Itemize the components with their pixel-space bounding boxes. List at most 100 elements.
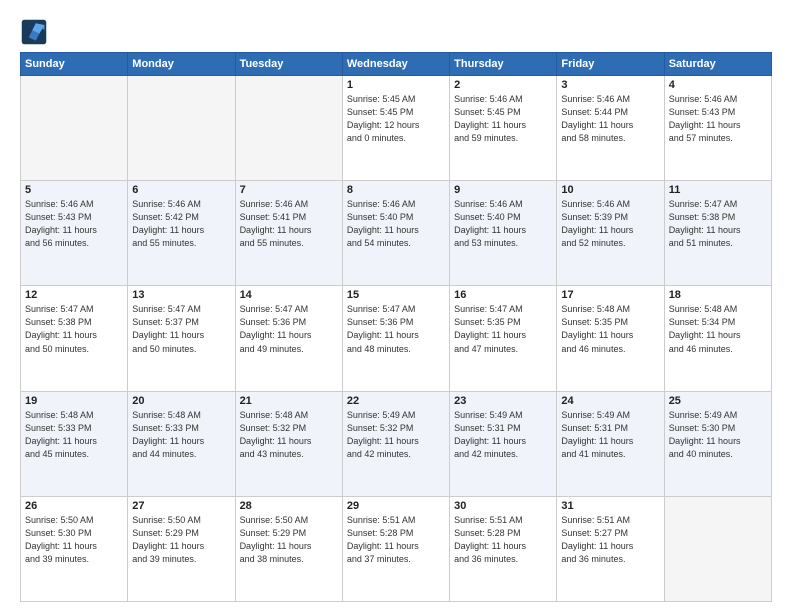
calendar-cell: 8Sunrise: 5:46 AM Sunset: 5:40 PM Daylig… (342, 181, 449, 286)
day-info: Sunrise: 5:49 AM Sunset: 5:31 PM Dayligh… (454, 409, 552, 461)
day-number: 13 (132, 289, 230, 301)
day-number: 31 (561, 500, 659, 512)
calendar-cell: 13 Sunrise: 5:47 AM Sunset: 5:37 PM Dayli… (128, 286, 235, 391)
calendar-cell: 12 Sunrise: 5:47 AM Sunset: 5:38 PM Dayli… (21, 286, 128, 391)
day-info: Sunrise: 5:45 AM Sunset: 5:45 PM Dayligh… (347, 93, 445, 145)
calendar-cell: 18 Sunrise: 5:48 AM Sunset: 5:34 PM Dayli… (664, 286, 771, 391)
calendar-cell: 25 Sunrise: 5:49 AM Sunset: 5:30 PM Dayli… (664, 391, 771, 496)
day-info: Sunrise: 5:47 AM Sunset: 5:35 PM Dayligh… (454, 303, 552, 355)
day-info: Sunrise: 5:50 AM Sunset: 5:30 PM Dayligh… (25, 514, 123, 566)
day-info: Sunrise: 5:48 AM Sunset: 5:34 PM Dayligh… (669, 303, 767, 355)
calendar-cell: 17 Sunrise: 5:48 AM Sunset: 5:35 PM Dayli… (557, 286, 664, 391)
calendar-cell: 29 Sunrise: 5:51 AM Sunset: 5:28 PM Dayli… (342, 496, 449, 601)
day-number: 22 (347, 395, 445, 407)
calendar-header-row: SundayMondayTuesdayWednesdayThursdayFrid… (21, 53, 772, 76)
day-info: Sunrise: 5:46 AM Sunset: 5:39 PM Dayligh… (561, 198, 659, 250)
day-number: 24 (561, 395, 659, 407)
day-number: 5 (25, 184, 123, 196)
calendar-cell: 21 Sunrise: 5:48 AM Sunset: 5:32 PM Dayli… (235, 391, 342, 496)
day-info: Sunrise: 5:50 AM Sunset: 5:29 PM Dayligh… (132, 514, 230, 566)
calendar-cell: 9 Sunrise: 5:46 AM Sunset: 5:40 PM Daylig… (450, 181, 557, 286)
calendar-cell: 16Sunrise: 5:47 AM Sunset: 5:35 PM Dayli… (450, 286, 557, 391)
calendar-cell: 26 Sunrise: 5:50 AM Sunset: 5:30 PM Dayli… (21, 496, 128, 601)
day-info: Sunrise: 5:51 AM Sunset: 5:28 PM Dayligh… (454, 514, 552, 566)
day-number: 17 (561, 289, 659, 301)
calendar-cell: 14 Sunrise: 5:47 AM Sunset: 5:36 PM Dayli… (235, 286, 342, 391)
day-number: 2 (454, 79, 552, 91)
day-info: Sunrise: 5:46 AM Sunset: 5:45 PM Dayligh… (454, 93, 552, 145)
calendar-cell: 6Sunrise: 5:46 AM Sunset: 5:42 PM Daylig… (128, 181, 235, 286)
day-number: 26 (25, 500, 123, 512)
calendar-cell: 23 Sunrise: 5:49 AM Sunset: 5:31 PM Dayli… (450, 391, 557, 496)
day-number: 20 (132, 395, 230, 407)
day-info: Sunrise: 5:48 AM Sunset: 5:32 PM Dayligh… (240, 409, 338, 461)
day-info: Sunrise: 5:46 AM Sunset: 5:40 PM Dayligh… (454, 198, 552, 250)
day-number: 7 (240, 184, 338, 196)
day-info: Sunrise: 5:47 AM Sunset: 5:37 PM Dayligh… (132, 303, 230, 355)
day-number: 10 (561, 184, 659, 196)
day-number: 21 (240, 395, 338, 407)
day-number: 19 (25, 395, 123, 407)
day-info: Sunrise: 5:46 AM Sunset: 5:43 PM Dayligh… (669, 93, 767, 145)
calendar-week-row: 12 Sunrise: 5:47 AM Sunset: 5:38 PM Dayli… (21, 286, 772, 391)
calendar-cell (235, 76, 342, 181)
calendar-cell: 22Sunrise: 5:49 AM Sunset: 5:32 PM Dayli… (342, 391, 449, 496)
weekday-header-tuesday: Tuesday (235, 53, 342, 76)
calendar-cell: 28 Sunrise: 5:50 AM Sunset: 5:29 PM Dayli… (235, 496, 342, 601)
calendar-cell: 7 Sunrise: 5:46 AM Sunset: 5:41 PM Daylig… (235, 181, 342, 286)
day-number: 1 (347, 79, 445, 91)
day-info: Sunrise: 5:46 AM Sunset: 5:40 PM Dayligh… (347, 198, 445, 250)
day-number: 9 (454, 184, 552, 196)
calendar-cell: 20Sunrise: 5:48 AM Sunset: 5:33 PM Dayli… (128, 391, 235, 496)
day-number: 27 (132, 500, 230, 512)
day-info: Sunrise: 5:51 AM Sunset: 5:28 PM Dayligh… (347, 514, 445, 566)
calendar-week-row: 5 Sunrise: 5:46 AM Sunset: 5:43 PM Daylig… (21, 181, 772, 286)
day-info: Sunrise: 5:48 AM Sunset: 5:33 PM Dayligh… (25, 409, 123, 461)
calendar-cell: 19 Sunrise: 5:48 AM Sunset: 5:33 PM Dayli… (21, 391, 128, 496)
calendar-cell: 27 Sunrise: 5:50 AM Sunset: 5:29 PM Dayli… (128, 496, 235, 601)
calendar-cell: 5 Sunrise: 5:46 AM Sunset: 5:43 PM Daylig… (21, 181, 128, 286)
calendar-cell (664, 496, 771, 601)
calendar-cell: 1 Sunrise: 5:45 AM Sunset: 5:45 PM Daylig… (342, 76, 449, 181)
day-number: 29 (347, 500, 445, 512)
day-info: Sunrise: 5:47 AM Sunset: 5:38 PM Dayligh… (25, 303, 123, 355)
calendar-cell: 24 Sunrise: 5:49 AM Sunset: 5:31 PM Dayli… (557, 391, 664, 496)
calendar-cell: 4Sunrise: 5:46 AM Sunset: 5:43 PM Daylig… (664, 76, 771, 181)
day-info: Sunrise: 5:51 AM Sunset: 5:27 PM Dayligh… (561, 514, 659, 566)
weekday-header-sunday: Sunday (21, 53, 128, 76)
day-number: 11 (669, 184, 767, 196)
day-number: 28 (240, 500, 338, 512)
day-info: Sunrise: 5:46 AM Sunset: 5:41 PM Dayligh… (240, 198, 338, 250)
day-number: 3 (561, 79, 659, 91)
page: SundayMondayTuesdayWednesdayThursdayFrid… (0, 0, 792, 612)
calendar-week-row: 1 Sunrise: 5:45 AM Sunset: 5:45 PM Daylig… (21, 76, 772, 181)
day-info: Sunrise: 5:48 AM Sunset: 5:35 PM Dayligh… (561, 303, 659, 355)
day-number: 23 (454, 395, 552, 407)
day-number: 12 (25, 289, 123, 301)
calendar-week-row: 26 Sunrise: 5:50 AM Sunset: 5:30 PM Dayli… (21, 496, 772, 601)
calendar-cell: 15 Sunrise: 5:47 AM Sunset: 5:36 PM Dayli… (342, 286, 449, 391)
day-number: 25 (669, 395, 767, 407)
day-number: 14 (240, 289, 338, 301)
day-info: Sunrise: 5:50 AM Sunset: 5:29 PM Dayligh… (240, 514, 338, 566)
weekday-header-saturday: Saturday (664, 53, 771, 76)
weekday-header-wednesday: Wednesday (342, 53, 449, 76)
weekday-header-thursday: Thursday (450, 53, 557, 76)
day-info: Sunrise: 5:49 AM Sunset: 5:30 PM Dayligh… (669, 409, 767, 461)
calendar-cell: 2 Sunrise: 5:46 AM Sunset: 5:45 PM Daylig… (450, 76, 557, 181)
day-info: Sunrise: 5:46 AM Sunset: 5:43 PM Dayligh… (25, 198, 123, 250)
day-number: 18 (669, 289, 767, 301)
day-info: Sunrise: 5:47 AM Sunset: 5:36 PM Dayligh… (240, 303, 338, 355)
calendar-cell (128, 76, 235, 181)
weekday-header-friday: Friday (557, 53, 664, 76)
day-number: 15 (347, 289, 445, 301)
day-info: Sunrise: 5:47 AM Sunset: 5:38 PM Dayligh… (669, 198, 767, 250)
calendar-table: SundayMondayTuesdayWednesdayThursdayFrid… (20, 52, 772, 602)
calendar-cell (21, 76, 128, 181)
day-info: Sunrise: 5:46 AM Sunset: 5:44 PM Dayligh… (561, 93, 659, 145)
day-info: Sunrise: 5:49 AM Sunset: 5:31 PM Dayligh… (561, 409, 659, 461)
day-info: Sunrise: 5:47 AM Sunset: 5:36 PM Dayligh… (347, 303, 445, 355)
logo-icon (20, 18, 48, 46)
calendar-cell: 31 Sunrise: 5:51 AM Sunset: 5:27 PM Dayli… (557, 496, 664, 601)
day-info: Sunrise: 5:46 AM Sunset: 5:42 PM Dayligh… (132, 198, 230, 250)
